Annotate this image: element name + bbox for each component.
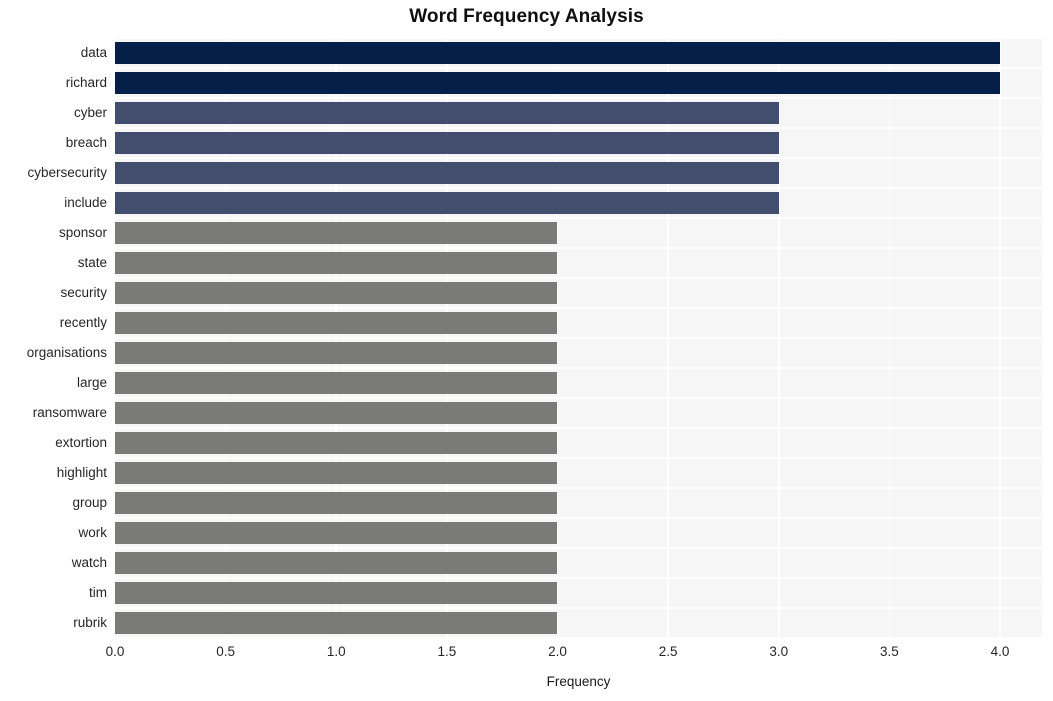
bar-row [115, 188, 1042, 218]
y-tick-label-group: group [72, 495, 107, 510]
bar-row [115, 428, 1042, 458]
bar-richard[interactable] [115, 72, 1000, 94]
y-tick-label-highlight: highlight [56, 465, 107, 480]
bar-row [115, 158, 1042, 188]
y-tick-label-security: security [60, 285, 107, 300]
y-tick-label-ransomware: ransomware [32, 405, 107, 420]
chart-title: Word Frequency Analysis [409, 6, 644, 27]
bar-series [115, 38, 1042, 638]
x-tick-label-1.5: 1.5 [437, 644, 457, 659]
bar-extortion[interactable] [115, 432, 558, 454]
bar-row [115, 278, 1042, 308]
bar-highlight[interactable] [115, 462, 558, 484]
bar-row [115, 458, 1042, 488]
y-axis-tick-labels: data richard cyber breach cybersecurity inclu… [0, 38, 107, 638]
bar-cyber[interactable] [115, 102, 779, 124]
y-tick-label-include: include [64, 195, 107, 210]
x-tick-label-0.5: 0.5 [216, 644, 235, 659]
x-axis-label: Frequency [546, 674, 611, 689]
bar-row [115, 338, 1042, 368]
bar-watch[interactable] [115, 552, 558, 574]
bar-row [115, 68, 1042, 98]
y-tick-label-cybersecurity: cybersecurity [27, 165, 107, 180]
x-tick-label-0.0: 0.0 [105, 644, 125, 659]
word-frequency-chart-figure: Word Frequency Analysis data richard cyber… [0, 0, 1053, 701]
y-tick-label-cyber: cyber [73, 105, 107, 120]
y-tick-label-breach: breach [65, 135, 107, 150]
bar-sponsor[interactable] [115, 222, 558, 244]
bar-state[interactable] [115, 252, 558, 274]
x-tick-label-3.5: 3.5 [879, 644, 899, 659]
bar-row [115, 308, 1042, 338]
bar-row [115, 548, 1042, 578]
y-tick-label-data: data [80, 45, 107, 60]
bar-security[interactable] [115, 282, 558, 304]
y-tick-label-richard: richard [65, 75, 107, 90]
bar-row [115, 38, 1042, 68]
y-tick-label-recently: recently [59, 315, 107, 330]
bar-organisations[interactable] [115, 342, 558, 364]
bar-row [115, 368, 1042, 398]
y-tick-label-watch: watch [71, 555, 107, 570]
bar-rubrik[interactable] [115, 612, 558, 634]
y-tick-label-state: state [77, 255, 107, 270]
bar-data[interactable] [115, 42, 1000, 64]
plot-area [114, 37, 1042, 639]
bar-row [115, 98, 1042, 128]
bar-work[interactable] [115, 522, 558, 544]
bar-row [115, 218, 1042, 248]
x-tick-label-3.0: 3.0 [769, 644, 789, 659]
x-tick-label-2.5: 2.5 [658, 644, 678, 659]
bar-large[interactable] [115, 372, 558, 394]
x-tick-label-4.0: 4.0 [990, 644, 1010, 659]
y-tick-label-sponsor: sponsor [58, 225, 107, 240]
bar-row [115, 128, 1042, 158]
bar-include[interactable] [115, 192, 779, 214]
y-tick-label-extortion: extortion [55, 435, 107, 450]
bar-row [115, 398, 1042, 428]
bar-breach[interactable] [115, 132, 779, 154]
y-tick-label-tim: tim [89, 585, 107, 600]
bar-row [115, 518, 1042, 548]
x-tick-label-1.0: 1.0 [326, 644, 346, 659]
bar-group[interactable] [115, 492, 558, 514]
bar-recently[interactable] [115, 312, 558, 334]
bar-cybersecurity[interactable] [115, 162, 779, 184]
bar-tim[interactable] [115, 582, 558, 604]
bar-row [115, 488, 1042, 518]
y-tick-label-large: large [76, 375, 107, 390]
bar-row [115, 578, 1042, 608]
bar-row [115, 608, 1042, 638]
bar-ransomware[interactable] [115, 402, 558, 424]
x-axis-tick-labels: 0.0 0.5 1.0 1.5 2.0 2.5 3.0 3.5 4.0 [106, 644, 1042, 666]
y-tick-label-work: work [78, 525, 107, 540]
bar-row [115, 248, 1042, 278]
y-tick-label-organisations: organisations [26, 345, 107, 360]
x-tick-label-2.0: 2.0 [548, 644, 567, 659]
y-tick-label-rubrik: rubrik [73, 615, 107, 630]
